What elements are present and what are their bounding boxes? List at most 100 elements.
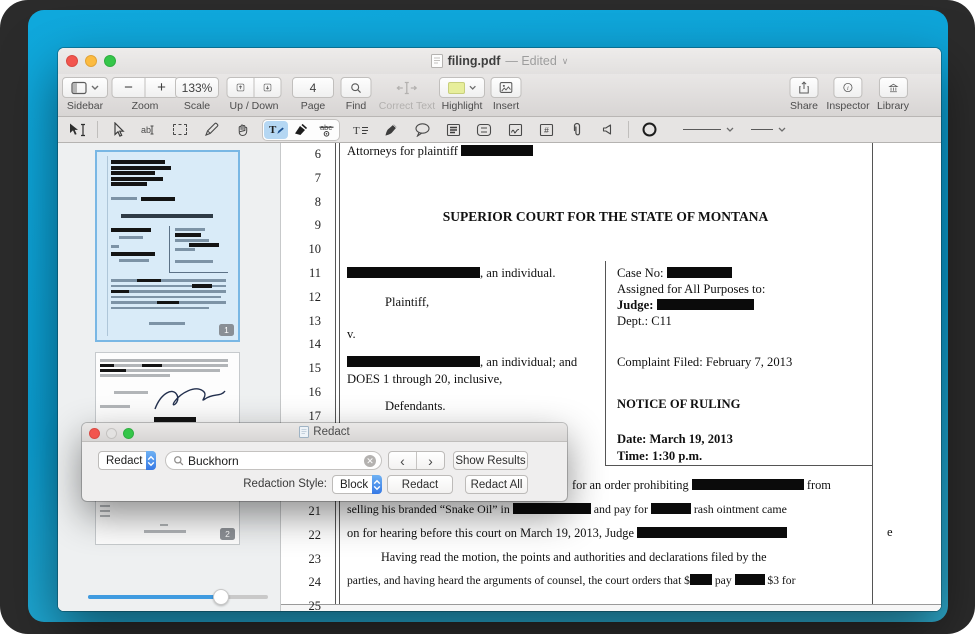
line-number: 11 — [281, 266, 321, 281]
line-number: 9 — [281, 218, 321, 233]
page-down-button[interactable] — [254, 77, 282, 98]
previous-result-button[interactable]: ‹ — [389, 452, 417, 469]
note-tool[interactable] — [442, 120, 464, 140]
stamp-tool[interactable]: # — [535, 120, 557, 140]
slider-fill — [88, 595, 221, 599]
inspector-button[interactable]: i — [833, 77, 862, 98]
pencil-tool[interactable] — [200, 120, 222, 140]
scale-label: Scale — [184, 100, 210, 112]
comment-tool[interactable] — [411, 120, 433, 140]
document-line: , an individual; and — [347, 354, 577, 370]
redaction-style-dropdown[interactable]: Block — [332, 475, 380, 494]
dialog-zoom-button[interactable] — [123, 428, 134, 439]
sidebar-button[interactable] — [62, 77, 108, 98]
line-number: 23 — [281, 552, 321, 567]
main-toolbar: Sidebar − + Zoom 133% Scale — [58, 74, 941, 117]
redaction-bar — [347, 356, 480, 367]
scale-button[interactable]: 133% — [175, 77, 219, 98]
slider-knob[interactable] — [213, 589, 229, 605]
redaction-bar — [347, 267, 480, 278]
document-line: e — [887, 524, 893, 540]
document-line: parties, and having heard the arguments … — [347, 573, 795, 589]
document-text: Plaintiff, — [385, 295, 429, 309]
show-results-button[interactable]: Show Results — [453, 451, 528, 470]
document-text: Complaint Filed: February 7, 2013 — [617, 355, 792, 369]
next-result-button[interactable]: › — [417, 452, 444, 469]
line-number: 17 — [281, 409, 321, 424]
document-line: Assigned for All Purposes to: — [617, 281, 765, 297]
edit-text-tool[interactable]: T — [264, 121, 288, 139]
select-text-tool[interactable] — [66, 120, 88, 140]
dialog-minimize-button[interactable] — [106, 428, 117, 439]
document-text: e — [887, 525, 893, 539]
sound-tool[interactable] — [597, 120, 619, 140]
zoom-in-button[interactable]: + — [145, 77, 179, 98]
redaction-bar — [461, 145, 533, 156]
ellipse-tool[interactable] — [638, 120, 660, 140]
pointer-tool[interactable] — [107, 120, 129, 140]
document-line: on for hearing before this court on Marc… — [347, 525, 787, 541]
signature-tool[interactable] — [504, 120, 526, 140]
chevron-down-icon — [726, 127, 734, 133]
caption-divider — [605, 261, 606, 465]
redact-search-field[interactable]: Buckhorn ✕ — [165, 451, 382, 470]
text-box-tool[interactable]: T — [349, 120, 371, 140]
pdf-app-window: filing.pdf — Edited ∨ Sidebar − + Zoom — [58, 48, 941, 611]
dialog-close-button[interactable] — [89, 428, 100, 439]
redaction-style-label: Redaction Style: — [200, 478, 327, 490]
page-number-field[interactable]: 4 — [292, 77, 334, 98]
redact-tool-group: T abc — [262, 119, 340, 141]
document-text: for an order prohibiting — [572, 478, 692, 492]
marquee-tool[interactable] — [169, 120, 191, 140]
line-style-long[interactable] — [683, 127, 734, 133]
proxy-chevron-icon[interactable]: ∨ — [562, 56, 569, 67]
line-style-short[interactable] — [751, 127, 786, 133]
share-button[interactable] — [790, 77, 819, 98]
hand-tool[interactable] — [231, 120, 253, 140]
document-text: Defendants. — [385, 399, 446, 413]
document-text: parties, and having heard the arguments … — [347, 574, 690, 587]
redaction-bar — [692, 479, 804, 490]
library-button[interactable] — [878, 77, 907, 98]
caption-bottom-rule — [605, 465, 872, 466]
highlighter-tool[interactable] — [380, 120, 402, 140]
document-text: , an individual; and — [480, 355, 577, 369]
zoom-out-button[interactable]: − — [112, 77, 146, 98]
document-text: $3 for — [765, 574, 796, 587]
redact-mode-value: Redact — [99, 455, 146, 467]
share-icon — [799, 80, 810, 95]
document-text: Attorneys for plaintiff — [347, 144, 461, 158]
redact-marker-tool[interactable] — [289, 121, 313, 139]
redact-text-tool[interactable]: abc — [314, 121, 338, 139]
line-number: 13 — [281, 314, 321, 329]
document-text: on for hearing before this court on Marc… — [347, 526, 637, 540]
form-field-tool[interactable] — [473, 120, 495, 140]
text-selection-tool[interactable]: ab — [138, 120, 160, 140]
thumbnail-size-slider[interactable] — [88, 589, 268, 605]
redact-all-button[interactable]: Redact All — [465, 475, 528, 494]
document-text: Having read the motion, the points and a… — [381, 550, 767, 564]
svg-text:i: i — [847, 85, 849, 92]
updown-label: Up / Down — [229, 100, 278, 112]
redaction-bar — [735, 574, 765, 585]
search-input-value[interactable]: Buckhorn — [188, 454, 360, 468]
page-thumbnail-selected[interactable]: 1 — [95, 150, 240, 342]
window-title-suffix: — Edited — [505, 54, 556, 68]
chevron-down-icon — [778, 127, 786, 133]
clear-search-icon[interactable]: ✕ — [364, 455, 376, 467]
attachment-tool[interactable] — [566, 120, 588, 140]
page-up-button[interactable] — [227, 77, 255, 98]
redaction-bar — [651, 503, 691, 514]
document-text: Date: March 19, 2013 — [617, 432, 733, 446]
redact-button[interactable]: Redact — [387, 475, 453, 494]
dropdown-stepper-icon — [372, 475, 382, 494]
find-button[interactable] — [341, 77, 372, 98]
line-number: 10 — [281, 242, 321, 257]
inspector-label: Inspector — [826, 100, 869, 112]
document-text: , an individual. — [480, 266, 556, 280]
document-text: from — [804, 478, 831, 492]
redact-mode-dropdown[interactable]: Redact — [98, 451, 156, 470]
highlight-button[interactable] — [439, 77, 485, 98]
insert-button[interactable] — [491, 77, 522, 98]
document-text: NOTICE OF RULING — [617, 397, 740, 411]
